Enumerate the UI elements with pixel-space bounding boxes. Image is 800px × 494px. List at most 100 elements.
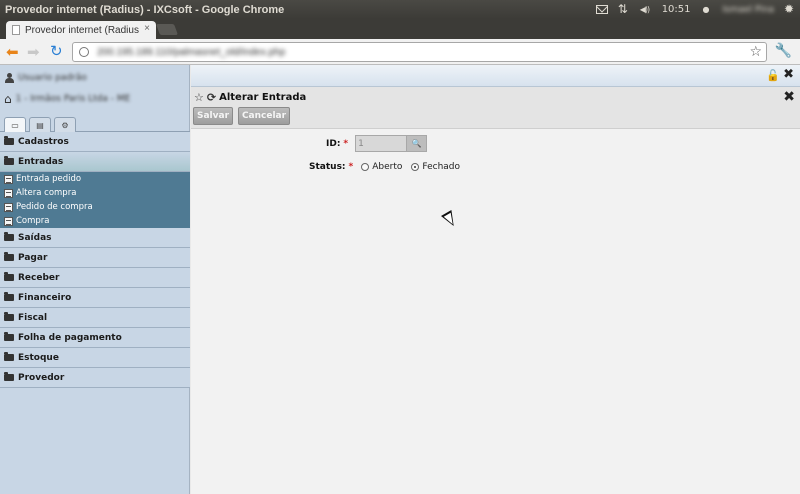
status-label: Status: bbox=[309, 162, 346, 172]
menu-saidas[interactable]: Saídas bbox=[0, 228, 190, 248]
submenu-entradas: Entrada pedido Altera compra Pedido de c… bbox=[0, 172, 190, 228]
status-fechado-label[interactable]: Fechado bbox=[422, 162, 460, 172]
menu-entradas[interactable]: Entradas bbox=[0, 152, 190, 172]
folder-icon bbox=[4, 352, 14, 361]
save-button[interactable]: Salvar bbox=[193, 107, 233, 125]
submenu-label: Altera compra bbox=[16, 188, 77, 198]
menu-estoque[interactable]: Estoque bbox=[0, 348, 190, 368]
browser-tab[interactable]: Provedor internet (Radius × bbox=[6, 21, 156, 39]
globe-icon bbox=[79, 47, 89, 57]
address-bar[interactable]: 200.195.189.110/palmasnet_old/index.php … bbox=[72, 42, 767, 62]
document-icon bbox=[4, 188, 13, 198]
tab-window-icon[interactable]: ▭ bbox=[4, 117, 26, 132]
wrench-icon[interactable]: 🔧 bbox=[775, 43, 792, 59]
favorite-star-icon[interactable]: ☆ bbox=[194, 91, 204, 104]
menu-provedor[interactable]: Provedor bbox=[0, 368, 190, 388]
os-title-bar: Provedor internet (Radius) - IXCsoft - G… bbox=[0, 0, 800, 19]
folder-icon bbox=[4, 252, 14, 261]
menu-label: Financeiro bbox=[18, 292, 72, 303]
panel-title: Alterar Entrada bbox=[219, 92, 307, 103]
submenu-label: Compra bbox=[16, 216, 50, 226]
page-icon bbox=[12, 25, 20, 35]
bookmark-star-icon[interactable]: ☆ bbox=[749, 44, 762, 60]
submenu-label: Entrada pedido bbox=[16, 174, 82, 184]
menu-label: Cadastros bbox=[18, 136, 69, 147]
id-field[interactable]: 1 bbox=[355, 135, 408, 152]
menu-pagar[interactable]: Pagar bbox=[0, 248, 190, 268]
user-name: Usuario padrão bbox=[18, 73, 87, 83]
submenu-altera-compra[interactable]: Altera compra bbox=[0, 186, 190, 200]
refresh-icon[interactable]: ⟳ bbox=[207, 91, 216, 104]
submenu-entrada-pedido[interactable]: Entrada pedido bbox=[0, 172, 190, 186]
company-name: 1 - Irmãos Paris Ltda - ME bbox=[15, 94, 131, 104]
menu-folha-pagamento[interactable]: Folha de pagamento bbox=[0, 328, 190, 348]
top-strip: 🔓 ✖ bbox=[191, 65, 800, 87]
menu-receber[interactable]: Receber bbox=[0, 268, 190, 288]
id-label: ID: bbox=[326, 138, 341, 149]
id-row: ID: * 1 🔍 bbox=[326, 135, 428, 152]
menu-label: Receber bbox=[18, 272, 60, 283]
document-icon bbox=[4, 174, 13, 184]
sidebar-tabs: ▭ ▤ ⚙ bbox=[0, 115, 190, 132]
window-title: Provedor internet (Radius) - IXCsoft - G… bbox=[5, 3, 285, 16]
submenu-compra[interactable]: Compra bbox=[0, 214, 190, 228]
user-row: Usuario padrão bbox=[5, 73, 87, 83]
url-text[interactable]: 200.195.189.110/palmasnet_old/index.php bbox=[97, 47, 285, 58]
tab-gear-icon[interactable]: ⚙ bbox=[54, 117, 76, 132]
menu-fiscal[interactable]: Fiscal bbox=[0, 308, 190, 328]
home-icon[interactable]: ⌂ bbox=[4, 92, 12, 106]
panel-title-row: ☆ ⟳ Alterar Entrada bbox=[194, 91, 306, 104]
menu-cadastros[interactable]: Cadastros bbox=[0, 132, 190, 152]
menu-label: Pagar bbox=[18, 252, 48, 263]
cancel-button[interactable]: Cancelar bbox=[238, 107, 290, 125]
reload-icon[interactable]: ↻ bbox=[50, 42, 63, 60]
forward-arrow-icon[interactable]: ➡ bbox=[27, 43, 40, 61]
clock[interactable]: 10:51 bbox=[662, 4, 691, 15]
document-icon bbox=[4, 202, 13, 212]
folder-icon bbox=[4, 372, 14, 381]
network-icon[interactable] bbox=[618, 2, 630, 16]
tab-close-icon[interactable]: × bbox=[144, 23, 150, 34]
tab-title: Provedor internet (Radius bbox=[25, 24, 139, 36]
close-all-icon[interactable]: ✖ bbox=[783, 67, 794, 82]
user-icon[interactable] bbox=[701, 5, 713, 15]
sidebar-menu: Cadastros Entradas Entrada pedido Altera… bbox=[0, 132, 190, 388]
document-icon bbox=[4, 216, 13, 226]
status-row: Status: * Aberto Fechado bbox=[309, 162, 469, 172]
menu-financeiro[interactable]: Financeiro bbox=[0, 288, 190, 308]
menu-label: Folha de pagamento bbox=[18, 332, 122, 343]
lookup-search-icon[interactable]: 🔍 bbox=[407, 135, 428, 152]
new-tab-button[interactable] bbox=[155, 24, 179, 35]
folder-icon bbox=[4, 332, 14, 341]
status-aberto-radio[interactable] bbox=[361, 163, 370, 171]
required-marker: * bbox=[343, 138, 349, 149]
menu-label: Estoque bbox=[18, 352, 59, 363]
session-user[interactable]: Ismael Pina bbox=[723, 5, 774, 15]
folder-icon bbox=[4, 156, 14, 165]
unlock-icon[interactable]: 🔓 bbox=[766, 69, 780, 82]
volume-icon[interactable] bbox=[640, 5, 652, 15]
company-row: ⌂ 1 - Irmãos Paris Ltda - ME bbox=[4, 92, 130, 106]
status-aberto-label[interactable]: Aberto bbox=[372, 162, 402, 172]
folder-icon bbox=[4, 312, 14, 321]
submenu-label: Pedido de compra bbox=[16, 202, 93, 212]
form-panel-header: ☆ ⟳ Alterar Entrada ✖ Salvar Cancelar bbox=[191, 87, 800, 129]
status-fechado-radio[interactable] bbox=[411, 163, 420, 171]
system-tray: 10:51 Ismael Pina bbox=[595, 0, 796, 19]
folder-icon bbox=[4, 272, 14, 281]
back-arrow-icon[interactable]: ⬅ bbox=[6, 43, 19, 61]
mail-icon[interactable] bbox=[595, 5, 608, 14]
tab-print-icon[interactable]: ▤ bbox=[29, 117, 51, 132]
browser-tab-strip: Provedor internet (Radius × bbox=[0, 19, 800, 39]
menu-label: Entradas bbox=[18, 156, 64, 167]
folder-icon bbox=[4, 136, 14, 145]
menu-label: Provedor bbox=[18, 372, 65, 383]
required-marker: * bbox=[348, 162, 354, 172]
person-icon bbox=[5, 73, 14, 83]
panel-close-icon[interactable]: ✖ bbox=[783, 89, 795, 105]
menu-label: Saídas bbox=[18, 232, 52, 243]
session-gear-icon[interactable] bbox=[784, 2, 796, 16]
folder-icon bbox=[4, 292, 14, 301]
folder-icon bbox=[4, 232, 14, 241]
submenu-pedido-compra[interactable]: Pedido de compra bbox=[0, 200, 190, 214]
